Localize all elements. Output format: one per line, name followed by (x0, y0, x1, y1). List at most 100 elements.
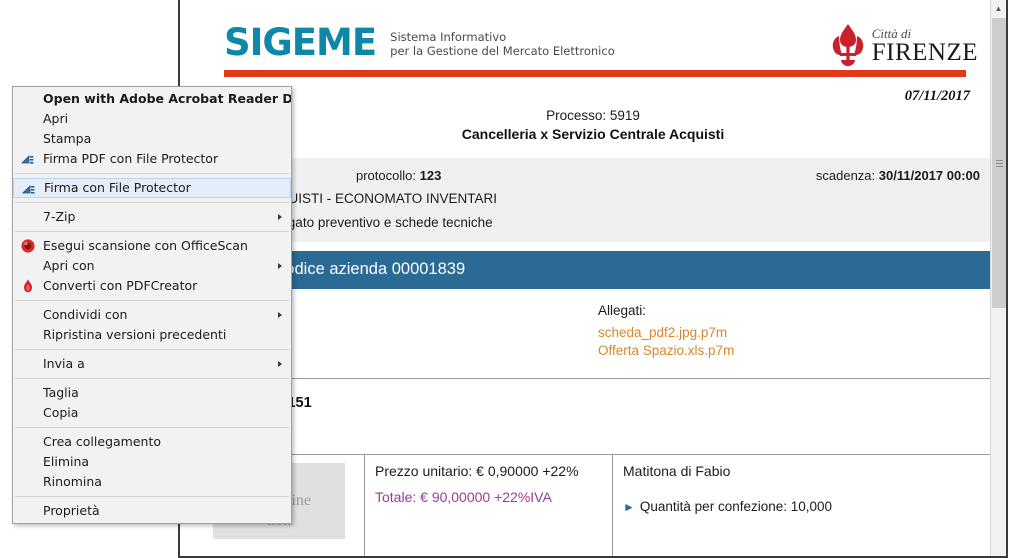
header-red-rule (224, 70, 966, 77)
context-menu-item-label: Proprietà (43, 503, 100, 518)
context-menu-item[interactable]: Apri (13, 109, 291, 129)
sigeme-logo: SIGEME Sistema Informativo per la Gestio… (224, 24, 615, 61)
sigeme-tagline-line1: Sistema Informativo (390, 30, 507, 44)
context-menu-separator (15, 173, 289, 174)
context-menu-separator (15, 202, 289, 203)
scadenza-field: scadenza: 30/11/2017 00:00 (816, 168, 980, 183)
document-viewer-window: SIGEME Sistema Informativo per la Gestio… (178, 0, 1008, 558)
supplier-bar: Casini codice azienda 00001839 (192, 251, 994, 289)
office-name: CENTR. ACQUISTI - ECONOMATO INVENTARI (206, 191, 498, 206)
context-menu-item[interactable]: Taglia (13, 383, 291, 403)
context-menu-item-label: Firma con File Protector (44, 180, 191, 195)
article-detail-cell: Matitona di Fabio ► Quantità per confezi… (612, 455, 992, 556)
sigeme-tagline-line2: per la Gestione del Mercato Elettronico (390, 44, 615, 58)
submenu-chevron-right-icon (278, 312, 282, 318)
context-menu-separator (15, 300, 289, 301)
pdfcreator-flame-icon (24, 279, 32, 293)
article-description: lori rosso/blu. (194, 425, 992, 440)
unit-price: Prezzo unitario: € 0,90000 +22% (375, 463, 579, 479)
context-menu-item[interactable]: Esegui scansione con OfficeScan (13, 236, 291, 256)
scroll-up-button[interactable]: ▲ (991, 0, 1006, 17)
context-menu-item[interactable]: Invia a (13, 354, 291, 374)
context-menu-separator (15, 427, 289, 428)
context-menu[interactable]: Open with Adobe Acrobat Reader DC Apri Sta… (12, 86, 292, 524)
submenu-chevron-right-icon (278, 361, 282, 367)
context-menu-item[interactable]: Rinomina (13, 472, 291, 492)
protocollo-label: protocollo: (356, 168, 416, 183)
article-title: rticolo: 00000151 (194, 395, 992, 411)
context-menu-item[interactable]: Ripristina versioni precedenti (13, 325, 291, 345)
scrollbar-thumb[interactable] (992, 18, 1006, 308)
context-menu-item[interactable]: Open with Adobe Acrobat Reader DC (13, 89, 291, 109)
info-panel: 205D491 protocollo: 123 scadenza: 30/11/… (192, 158, 994, 242)
signature-pen-icon (21, 181, 37, 197)
pdfcreator-flame-icon (20, 278, 36, 294)
supplier-code-value: 00001839 (391, 260, 466, 278)
officescan-shield-icon (21, 239, 35, 253)
attachment-link[interactable]: Offerta Spazio.xls.p7m (598, 342, 992, 360)
context-menu-item[interactable]: Elimina (13, 452, 291, 472)
context-menu-item-label: Stampa (43, 131, 92, 146)
context-menu-item[interactable]: Copia (13, 403, 291, 423)
process-title: Cancelleria x Servizio Centrale Acquisti (461, 126, 725, 142)
context-menu-item-label: Elimina (43, 454, 90, 469)
document-header: SIGEME Sistema Informativo per la Gestio… (180, 0, 1006, 86)
attachments-section: Allegati: scheda_pdf2.jpg.p7m Offerta Sp… (180, 303, 1006, 360)
article-price-cell: Prezzo unitario: € 0,90000 +22% Totale: … (364, 455, 612, 556)
signature-pen-icon (22, 185, 35, 194)
context-menu-item[interactable]: Stampa (13, 129, 291, 149)
firenze-text: Città di FIRENZE (872, 27, 978, 66)
article-row: immagine non Prezzo unitario: € 0,90000 … (194, 455, 992, 556)
triangle-right-icon: ► (623, 499, 635, 514)
screen: SIGEME Sistema Informativo per la Gestio… (0, 0, 1024, 558)
firenze-label: FIRENZE (871, 38, 978, 66)
officescan-shield-icon (20, 238, 36, 254)
signature-pen-icon (21, 155, 34, 164)
context-menu-item-label: Esegui scansione con OfficeScan (43, 238, 248, 253)
process-number: Processo: 5919 (546, 108, 640, 123)
process-header: Processo: 5919 Cancelleria x Servizio Ce… (180, 108, 1006, 142)
context-menu-item-label: Apri (43, 111, 69, 126)
submenu-chevron-right-icon (278, 263, 282, 269)
quantity-row: ► Quantità per confezione: 10,000 (623, 499, 982, 514)
giglio-fleur-de-lis-icon (832, 24, 863, 66)
context-menu-item-label: Invia a (43, 356, 85, 371)
document-content: SIGEME Sistema Informativo per la Gestio… (180, 0, 1006, 556)
document-date: 07/11/2017 (904, 88, 970, 104)
context-menu-item-label: Ripristina versioni precedenti (43, 327, 227, 342)
context-menu-item-label: Copia (43, 405, 79, 420)
attachments-label: Allegati: (598, 303, 647, 318)
context-menu-item[interactable]: Firma con File Protector (13, 178, 291, 198)
citta-di-label: Città di (871, 25, 912, 41)
info-row-primary: 205D491 protocollo: 123 scadenza: 30/11/… (206, 168, 980, 183)
context-menu-item[interactable]: Proprietà (13, 501, 291, 521)
scadenza-label: scadenza: (815, 168, 876, 183)
context-menu-separator (15, 496, 289, 497)
context-menu-item-label: Taglia (43, 385, 79, 400)
context-menu-item[interactable]: Condividi con (13, 305, 291, 325)
firenze-emblem: Città di FIRENZE (830, 22, 978, 70)
vertical-scrollbar[interactable]: ▲ (990, 0, 1006, 556)
protocollo-field: protocollo: 123 (356, 168, 816, 183)
supplier-code-label: codice azienda (277, 260, 388, 278)
submenu-chevron-right-icon (278, 214, 282, 220)
attachment-link[interactable]: scheda_pdf2.jpg.p7m (598, 324, 992, 342)
context-menu-separator (15, 349, 289, 350)
context-menu-item[interactable]: Firma PDF con File Protector (13, 149, 291, 169)
context-menu-item[interactable]: 7-Zip (13, 207, 291, 227)
context-menu-item[interactable]: Crea collegamento (13, 432, 291, 452)
context-menu-item-label: Firma PDF con File Protector (43, 151, 219, 166)
context-menu-item-label: Apri con (43, 258, 95, 273)
context-menu-item-label: Crea collegamento (43, 434, 162, 449)
context-menu-item-label: Open with Adobe Acrobat Reader DC (43, 91, 291, 106)
context-menu-item-label: 7-Zip (43, 209, 76, 224)
quantity-text: Quantità per confezione: 10,000 (639, 499, 833, 514)
protocollo-value: 123 (419, 168, 442, 183)
context-menu-separator (15, 231, 289, 232)
context-menu-item[interactable]: Apri con (13, 256, 291, 276)
signature-pen-icon (20, 151, 36, 167)
context-menu-separator (15, 378, 289, 379)
sigeme-wordmark: SIGEME (224, 21, 377, 64)
context-menu-item[interactable]: Converti con PDFCreator (13, 276, 291, 296)
sigeme-tagline: Sistema Informativo per la Gestione del … (390, 30, 615, 58)
